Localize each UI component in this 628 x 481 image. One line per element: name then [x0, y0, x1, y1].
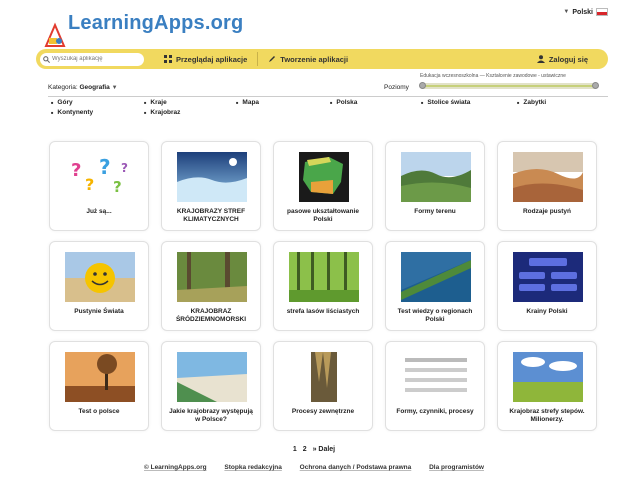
app-title: Rodzaje pustyń: [522, 208, 572, 215]
app-title: pasowe ukształtowanie Polski: [287, 208, 359, 223]
levels-label: Poziomy: [384, 84, 409, 91]
app-title: Pustynie Świata: [74, 308, 124, 315]
app-title: strefa lasów liściastych: [286, 308, 360, 315]
app-card[interactable]: KRAJOBRAZ ŚRÓDZIEMNOMORSKI: [161, 241, 261, 331]
footer-link-imprint[interactable]: Stopka redakcyjna: [224, 464, 281, 471]
coastline-thumbnail: [401, 252, 471, 302]
tag-stolice-swiata[interactable]: Stolice świata: [421, 99, 470, 106]
cave-thumbnail: [289, 352, 359, 402]
question-marks-thumbnail: ? ? ? ? ?: [65, 152, 135, 202]
poland-map-thumbnail: [289, 152, 359, 202]
tag-gory[interactable]: Góry: [51, 99, 72, 106]
user-icon: [536, 55, 545, 63]
footer-link-privacy[interactable]: Ochrona danych / Podstawa prawna: [300, 464, 412, 471]
app-card[interactable]: Krajobraz strefy stepów. Milionerzy.: [497, 341, 597, 431]
app-card[interactable]: ? ? ? ? ? Już są...: [49, 141, 149, 231]
valley-thumbnail: [401, 152, 471, 202]
logo-triangle-icon: [44, 22, 66, 47]
login-button[interactable]: Zaloguj się: [527, 49, 598, 69]
quiz-board-thumbnail: [513, 252, 583, 302]
poland-flag-icon: [596, 8, 608, 16]
app-title: Krajobraz strefy stepów. Milionerzy.: [509, 408, 585, 423]
create-app-button[interactable]: Tworzenie aplikacji: [258, 49, 358, 69]
grid-icon: [164, 55, 172, 63]
app-title: Jakie krajobrazy występują w Polsce?: [169, 408, 253, 423]
search-box[interactable]: [40, 52, 144, 66]
levels-slider-max-handle[interactable]: [592, 82, 599, 89]
main-toolbar: Przeglądaj aplikacje Tworzenie aplikacji…: [36, 49, 608, 69]
svg-text:?: ?: [113, 178, 122, 196]
beach-thumbnail: [177, 352, 247, 402]
app-card[interactable]: KRAJOBRAZY STREF KLIMATYCZNYCH: [161, 141, 261, 231]
app-title: Formy terenu: [414, 208, 456, 215]
text-list-thumbnail: [401, 352, 471, 402]
app-card[interactable]: Formy terenu: [385, 141, 485, 231]
browse-apps-label: Przeglądaj aplikacje: [176, 54, 248, 64]
svg-text:?: ?: [71, 160, 81, 181]
desert-thumbnail: [513, 152, 583, 202]
tag-zabytki[interactable]: Zabytki: [517, 99, 546, 106]
app-title: Już są...: [86, 208, 112, 215]
tag-polska[interactable]: Polska: [330, 99, 357, 106]
app-card[interactable]: strefa lasów liściastych: [273, 241, 373, 331]
logo[interactable]: LearningApps.org: [36, 2, 296, 48]
tag-kraje[interactable]: Kraje: [144, 99, 166, 106]
autumn-tree-thumbnail: [65, 352, 135, 402]
app-title: KRAJOBRAZ ŚRÓDZIEMNOMORSKI: [175, 308, 247, 323]
pagination: 1 2 » Dalej: [0, 446, 628, 453]
levels-slider[interactable]: [419, 82, 599, 89]
chevron-down-icon: ▼: [111, 85, 118, 91]
language-label: Polski: [572, 8, 593, 16]
app-title: Krainy Polski: [526, 308, 568, 315]
app-card[interactable]: Krainy Polski: [497, 241, 597, 331]
deciduous-forest-thumbnail: [289, 252, 359, 302]
app-card[interactable]: Test wiedzy o regionach Polski: [385, 241, 485, 331]
app-card[interactable]: Test o polsce: [49, 341, 149, 431]
category-label: Kategoria:: [48, 84, 78, 91]
footer-link-copyright[interactable]: © LearningApps.org: [144, 464, 207, 471]
app-title: Test wiedzy o regionach Polski: [397, 308, 473, 323]
steppe-thumbnail: [513, 352, 583, 402]
browse-apps-button[interactable]: Przeglądaj aplikacje: [154, 49, 257, 69]
mediterranean-forest-thumbnail: [177, 252, 247, 302]
app-card[interactable]: Procesy zewnętrzne: [273, 341, 373, 431]
svg-text:?: ?: [85, 175, 94, 194]
tag-mapa[interactable]: Mapa: [236, 99, 259, 106]
pencil-icon: [269, 56, 276, 62]
language-selector[interactable]: ▼ Polski: [563, 8, 608, 16]
logo-text: LearningApps.org: [68, 12, 244, 34]
ice-landscape-thumbnail: [177, 152, 247, 202]
chevron-down-icon: ▼: [563, 9, 570, 15]
app-title: Formy, czynniki, procesy: [396, 408, 474, 415]
footer: © LearningApps.org Stopka redakcyjna Och…: [0, 464, 628, 471]
search-input[interactable]: [52, 56, 138, 62]
levels-slider-fill: [423, 85, 595, 87]
search-icon: [43, 55, 50, 63]
app-title: Test o polsce: [78, 408, 120, 415]
svg-text:?: ?: [99, 155, 111, 179]
category-filter[interactable]: Kategoria: Geografia ▼: [48, 84, 118, 91]
login-label: Zaloguj się: [548, 54, 588, 64]
app-title: Procesy zewnętrzne: [291, 408, 355, 415]
filter-divider: [48, 96, 608, 97]
footer-link-developers[interactable]: Dla programistów: [429, 464, 484, 471]
smiley-desert-thumbnail: [65, 252, 135, 302]
app-card[interactable]: Jakie krajobrazy występują w Polsce?: [161, 341, 261, 431]
category-value: Geografia: [79, 84, 110, 91]
page-1-link[interactable]: 1: [293, 446, 297, 453]
levels-slider-min-handle[interactable]: [419, 82, 426, 89]
page-2-link[interactable]: 2: [303, 446, 307, 453]
app-card[interactable]: Formy, czynniki, procesy: [385, 341, 485, 431]
next-page-link[interactable]: » Dalej: [313, 446, 336, 453]
app-card[interactable]: pasowe ukształtowanie Polski: [273, 141, 373, 231]
svg-text:?: ?: [121, 161, 128, 175]
app-card[interactable]: Pustynie Świata: [49, 241, 149, 331]
tag-kontynenty[interactable]: Kontynenty: [51, 109, 93, 116]
levels-range-text: Edukacja wczesnoszkolna — Kształcenie za…: [420, 73, 566, 79]
app-title: KRAJOBRAZY STREF KLIMATYCZNYCH: [176, 208, 246, 223]
tag-krajobraz[interactable]: Krajobraz: [144, 109, 180, 116]
create-app-label: Tworzenie aplikacji: [280, 54, 349, 64]
app-card[interactable]: Rodzaje pustyń: [497, 141, 597, 231]
